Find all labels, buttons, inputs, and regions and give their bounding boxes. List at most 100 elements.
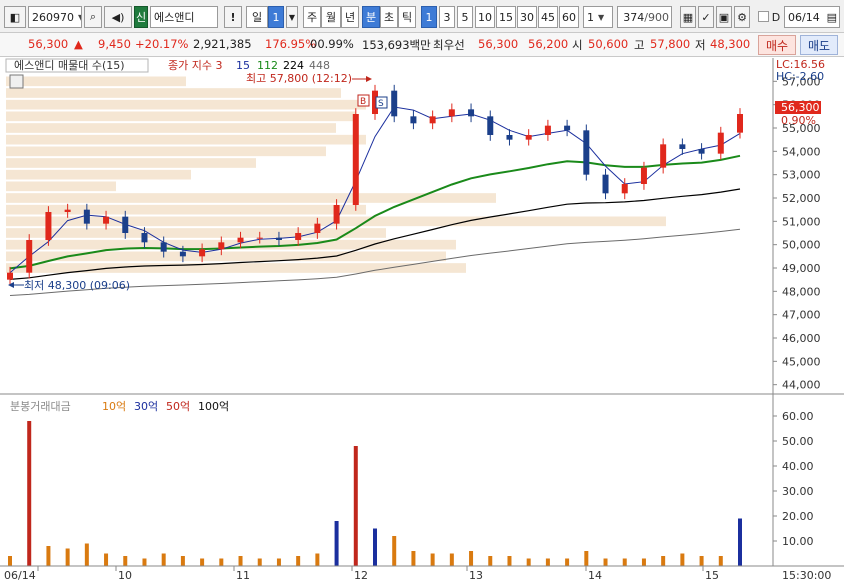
- interval-60-text: 60: [562, 10, 576, 24]
- current-price: 56,300: [28, 37, 69, 51]
- legend-30: 30억: [134, 400, 158, 413]
- volume-bar: [565, 558, 570, 566]
- interval-1-button[interactable]: 1: [421, 6, 437, 28]
- ma-label: 종가 지수 3: [168, 59, 222, 72]
- volume-bar: [373, 528, 377, 566]
- candle-body: [564, 125, 571, 131]
- candle-body: [391, 90, 398, 117]
- interval-input-text: 1: [587, 10, 594, 24]
- search-icon[interactable]: ⌕: [84, 6, 102, 28]
- count-input[interactable]: 374/900: [617, 6, 672, 28]
- ma-period-448: 448: [309, 59, 330, 72]
- candle-body: [295, 233, 302, 240]
- candle-body: [103, 216, 110, 224]
- volume-bar: [104, 553, 109, 566]
- table-toggle-icon[interactable]: [9, 74, 24, 89]
- interval-45-button[interactable]: 45: [538, 6, 558, 28]
- volume-bar: [353, 446, 358, 566]
- volume-bar: [200, 558, 205, 566]
- save-icon[interactable]: ▣: [716, 6, 732, 28]
- period-dropdown-icon[interactable]: ▼: [286, 6, 298, 28]
- d-label-text: D: [771, 10, 781, 24]
- chart-type-icon[interactable]: ✓: [698, 6, 714, 28]
- price-tick-label: 50,000: [782, 239, 821, 252]
- volume-tick-label: 50.00: [782, 435, 814, 448]
- alert-button[interactable]: !: [224, 6, 242, 28]
- low-annotation: 최저 48,300 (09:06): [24, 279, 130, 292]
- grid-icon[interactable]: ▦: [680, 6, 696, 28]
- high-annotation: 최고 57,800 (12:12): [246, 72, 352, 85]
- volume-bar: [315, 553, 320, 566]
- candle-body: [122, 216, 129, 233]
- buy-button[interactable]: 매수: [758, 35, 796, 55]
- d-checkbox[interactable]: [758, 11, 769, 22]
- candle-body: [429, 116, 436, 124]
- period-month-button[interactable]: 월: [321, 6, 341, 28]
- volume-bar: [507, 556, 512, 566]
- sell-signal-text: S: [378, 99, 384, 109]
- candle-body: [179, 251, 186, 257]
- candle-body: [141, 233, 148, 243]
- volume-bar: [449, 553, 454, 566]
- price-tick-label: 44,000: [782, 379, 821, 392]
- open-label: 시: [572, 38, 583, 52]
- sound-icon[interactable]: ◀): [104, 6, 132, 28]
- turnover-pct: 00.99%: [310, 37, 354, 51]
- interval-5-button[interactable]: 5: [457, 6, 473, 28]
- candle-body: [199, 249, 206, 257]
- volume-bar: [123, 556, 128, 566]
- period-num-button[interactable]: 1: [268, 6, 284, 28]
- layout-icon[interactable]: ◧: [4, 6, 26, 28]
- candle-body: [640, 167, 647, 184]
- candle-body: [218, 242, 225, 250]
- settings-icon[interactable]: ⚙: [734, 6, 750, 28]
- period-tick-button[interactable]: 틱: [398, 6, 416, 28]
- sell-button-text: 매도: [807, 38, 831, 53]
- period-second-text: 초: [383, 11, 395, 24]
- volume-tick-label: 10.00: [782, 535, 814, 548]
- profile-band: [6, 158, 256, 168]
- high-label: 고: [634, 38, 645, 52]
- period-year-button[interactable]: 년: [341, 6, 359, 28]
- sell-button[interactable]: 매도: [800, 35, 838, 55]
- volume-bar: [718, 556, 723, 566]
- open-price: 50,600: [588, 37, 629, 51]
- volume-bar: [392, 536, 397, 566]
- volume-bar: [603, 558, 608, 566]
- interval-60-button[interactable]: 60: [559, 6, 579, 28]
- date-input[interactable]: 06/14 ▤: [784, 6, 840, 28]
- date-text: 06/14: [788, 10, 820, 24]
- stock-name-field[interactable]: 에스앤디: [150, 6, 218, 28]
- trade-amount: 153,693백만: [362, 38, 431, 52]
- profile-band: [6, 193, 496, 203]
- candle-body: [352, 114, 359, 205]
- volume-bar: [411, 551, 416, 566]
- interval-3-button[interactable]: 3: [439, 6, 455, 28]
- stock-code-text: 260970: [32, 10, 74, 24]
- price-chart[interactable]: 57,00056,00055,00054,00053,00052,00051,0…: [0, 58, 844, 582]
- interval-10-button[interactable]: 10: [475, 6, 495, 28]
- stock-code-input[interactable]: 260970: [28, 6, 82, 28]
- interval-input[interactable]: 1: [583, 6, 613, 28]
- low-price: 48,300: [710, 37, 751, 51]
- volume-bar: [84, 543, 89, 566]
- price-change: 9,450: [98, 37, 131, 51]
- count-text: 374: [623, 10, 645, 24]
- volume-panel-title: 분봉거래대금: [10, 400, 71, 413]
- time-tick-label: 14: [588, 569, 602, 582]
- interval-15-button[interactable]: 15: [496, 6, 516, 28]
- period-second-button[interactable]: 초: [380, 6, 398, 28]
- period-week-button[interactable]: 주: [303, 6, 321, 28]
- best-ask-label: 최우선: [433, 38, 465, 52]
- period-minute-button[interactable]: 분: [362, 6, 380, 28]
- current-pct-tag: 0.90%: [781, 114, 816, 127]
- time-readout: 15:30:00: [782, 569, 831, 582]
- interval-30-button[interactable]: 30: [517, 6, 537, 28]
- candle-body: [314, 223, 321, 233]
- calendar-icon[interactable]: ▤: [827, 11, 837, 24]
- profile-band: [6, 88, 341, 98]
- candle-body: [64, 209, 71, 212]
- price-tick-label: 48,000: [782, 285, 821, 298]
- period-day-button[interactable]: 일: [246, 6, 268, 28]
- interval-5-text: 5: [461, 10, 469, 24]
